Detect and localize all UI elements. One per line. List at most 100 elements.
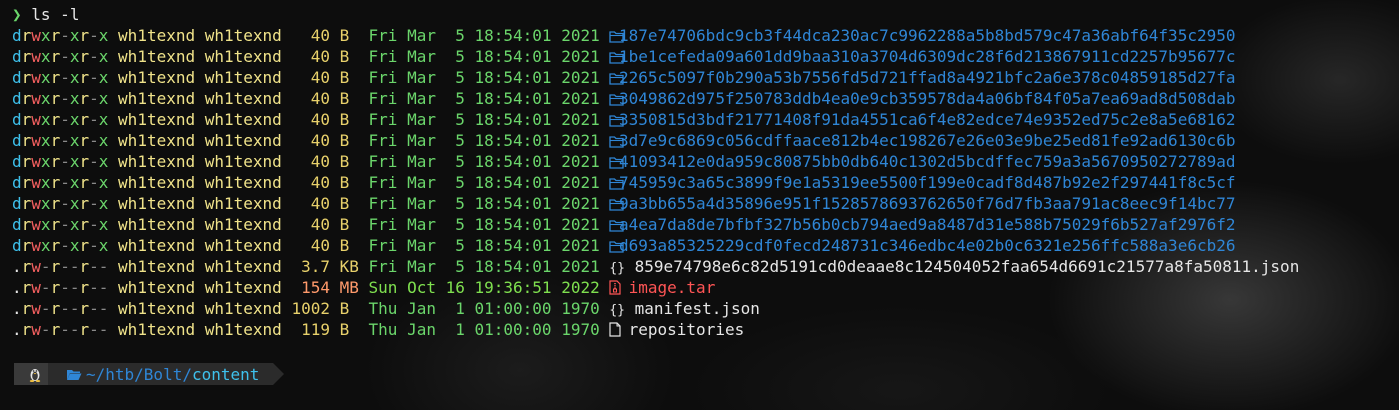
listing-row[interactable]: drwxr-xr-x wh1texnd wh1texnd 40 B Fri Ma… bbox=[12, 67, 1392, 88]
listing-row[interactable]: .rw-r--r-- wh1texnd wh1texnd 3.7 KB Fri … bbox=[12, 256, 1392, 277]
file-size: 40 bbox=[291, 68, 330, 87]
listing-row[interactable]: drwxr-xr-x wh1texnd wh1texnd 40 B Fri Ma… bbox=[12, 130, 1392, 151]
file-size: 40 bbox=[291, 47, 330, 66]
modified-date: Fri Mar 5 18:54:01 2021 bbox=[368, 110, 600, 129]
command-text: ls -l bbox=[31, 5, 80, 24]
file-size: 119 bbox=[291, 320, 330, 339]
file-size: 40 bbox=[291, 89, 330, 108]
owner: wh1texnd bbox=[118, 257, 196, 276]
group: wh1texnd bbox=[204, 215, 282, 234]
group: wh1texnd bbox=[204, 152, 282, 171]
file-size: 40 bbox=[291, 26, 330, 45]
directory-name: 1be1cefeda09a601dd9baa310a3704d6309dc28f… bbox=[618, 47, 1236, 66]
listing-row[interactable]: drwxr-xr-x wh1texnd wh1texnd 40 B Fri Ma… bbox=[12, 88, 1392, 109]
os-segment bbox=[14, 363, 59, 385]
modified-date: Fri Mar 5 18:54:01 2021 bbox=[368, 47, 600, 66]
listing-row[interactable]: .rw-r--r-- wh1texnd wh1texnd 1002 B Thu … bbox=[12, 298, 1392, 319]
group: wh1texnd bbox=[204, 110, 282, 129]
size-unit: B bbox=[339, 68, 359, 87]
folder-icon bbox=[609, 151, 625, 172]
group: wh1texnd bbox=[204, 320, 282, 339]
listing-row[interactable]: drwxr-xr-x wh1texnd wh1texnd 40 B Fri Ma… bbox=[12, 46, 1392, 67]
directory-name: 41093412e0da959c80875bb0db640c1302d5bcdf… bbox=[618, 152, 1236, 171]
directory-name: 3049862d975f250783ddb4ea0e9cb359578da4a0… bbox=[618, 89, 1236, 108]
modified-date: Sun Oct 16 19:36:51 2022 bbox=[368, 278, 600, 297]
folder-icon bbox=[609, 109, 625, 130]
owner: wh1texnd bbox=[118, 278, 196, 297]
owner: wh1texnd bbox=[118, 236, 196, 255]
owner: wh1texnd bbox=[118, 68, 196, 87]
directory-name: d693a85325229cdf0fecd248731c346edbc4e02b… bbox=[618, 236, 1236, 255]
listing: drwxr-xr-x wh1texnd wh1texnd 40 B Fri Ma… bbox=[12, 25, 1392, 340]
modified-date: Fri Mar 5 18:54:01 2021 bbox=[368, 257, 600, 276]
listing-row[interactable]: drwxr-xr-x wh1texnd wh1texnd 40 B Fri Ma… bbox=[12, 193, 1392, 214]
listing-row[interactable]: drwxr-xr-x wh1texnd wh1texnd 40 B Fri Ma… bbox=[12, 235, 1392, 256]
folder-icon bbox=[609, 88, 625, 109]
listing-row[interactable]: .rw-r--r-- wh1texnd wh1texnd 154 MB Sun … bbox=[12, 277, 1392, 298]
owner: wh1texnd bbox=[118, 215, 196, 234]
directory-name: 2265c5097f0b290a53b7556fd5d721ffad8a4921… bbox=[618, 68, 1236, 87]
terminal-output[interactable]: ❯ ls -l drwxr-xr-x wh1texnd wh1texnd 40 … bbox=[12, 4, 1392, 340]
size-unit: B bbox=[339, 152, 359, 171]
size-unit: B bbox=[339, 320, 359, 339]
owner: wh1texnd bbox=[118, 131, 196, 150]
file-size: 1002 bbox=[291, 299, 330, 318]
listing-row[interactable]: drwxr-xr-x wh1texnd wh1texnd 40 B Fri Ma… bbox=[12, 214, 1392, 235]
permissions: drwxr-xr-x bbox=[12, 26, 109, 45]
path-prefix: ~/htb/Bolt/ bbox=[86, 364, 192, 384]
listing-row[interactable]: drwxr-xr-x wh1texnd wh1texnd 40 B Fri Ma… bbox=[12, 109, 1392, 130]
modified-date: Thu Jan 1 01:00:00 1970 bbox=[368, 299, 600, 318]
folder-icon bbox=[609, 25, 625, 46]
permissions: drwxr-xr-x bbox=[12, 68, 109, 87]
permissions: .rw-r--r-- bbox=[12, 257, 109, 276]
prompt-chevron: ❯ bbox=[12, 5, 22, 24]
file-size: 40 bbox=[291, 215, 330, 234]
json-icon: {} bbox=[609, 303, 626, 318]
size-unit: B bbox=[339, 26, 359, 45]
directory-name: 187e74706bdc9cb3f44dca230ac7c9962288a5b8… bbox=[618, 26, 1236, 45]
modified-date: Fri Mar 5 18:54:01 2021 bbox=[368, 152, 600, 171]
modified-date: Fri Mar 5 18:54:01 2021 bbox=[368, 89, 600, 108]
path-segment: ~/htb/Bolt/content bbox=[48, 363, 285, 385]
file-name: image.tar bbox=[628, 278, 716, 297]
size-unit: B bbox=[339, 89, 359, 108]
permissions: drwxr-xr-x bbox=[12, 89, 109, 108]
permissions: drwxr-xr-x bbox=[12, 194, 109, 213]
owner: wh1texnd bbox=[118, 320, 196, 339]
modified-date: Fri Mar 5 18:54:01 2021 bbox=[368, 26, 600, 45]
modified-date: Thu Jan 1 01:00:00 1970 bbox=[368, 320, 600, 339]
file-size: 154 bbox=[291, 278, 330, 297]
modified-date: Fri Mar 5 18:54:01 2021 bbox=[368, 68, 600, 87]
json-icon: {} bbox=[609, 261, 626, 276]
file-name: 859e74798e6c82d5191cd0deaae8c124504052fa… bbox=[634, 257, 1300, 276]
listing-row[interactable]: .rw-r--r-- wh1texnd wh1texnd 119 B Thu J… bbox=[12, 319, 1392, 340]
listing-row[interactable]: drwxr-xr-x wh1texnd wh1texnd 40 B Fri Ma… bbox=[12, 25, 1392, 46]
group: wh1texnd bbox=[204, 299, 282, 318]
file-size: 40 bbox=[291, 173, 330, 192]
group: wh1texnd bbox=[204, 89, 282, 108]
folder-icon bbox=[609, 214, 625, 235]
listing-row[interactable]: drwxr-xr-x wh1texnd wh1texnd 40 B Fri Ma… bbox=[12, 151, 1392, 172]
group: wh1texnd bbox=[204, 194, 282, 213]
group: wh1texnd bbox=[204, 236, 282, 255]
permissions: drwxr-xr-x bbox=[12, 236, 109, 255]
listing-row[interactable]: drwxr-xr-x wh1texnd wh1texnd 40 B Fri Ma… bbox=[12, 172, 1392, 193]
file-size: 40 bbox=[291, 152, 330, 171]
owner: wh1texnd bbox=[118, 26, 196, 45]
permissions: .rw-r--r-- bbox=[12, 320, 109, 339]
permissions: drwxr-xr-x bbox=[12, 110, 109, 129]
size-unit: B bbox=[339, 173, 359, 192]
folder-icon bbox=[609, 235, 625, 256]
size-unit: KB bbox=[339, 257, 359, 276]
size-unit: MB bbox=[339, 278, 359, 297]
file-size: 40 bbox=[291, 131, 330, 150]
permissions: drwxr-xr-x bbox=[12, 173, 109, 192]
folder-icon bbox=[609, 46, 625, 67]
file-name: repositories bbox=[628, 320, 745, 339]
group: wh1texnd bbox=[204, 278, 282, 297]
owner: wh1texnd bbox=[118, 173, 196, 192]
file-size: 40 bbox=[291, 194, 330, 213]
archive-icon bbox=[609, 277, 621, 298]
permissions: drwxr-xr-x bbox=[12, 47, 109, 66]
size-unit: B bbox=[339, 131, 359, 150]
